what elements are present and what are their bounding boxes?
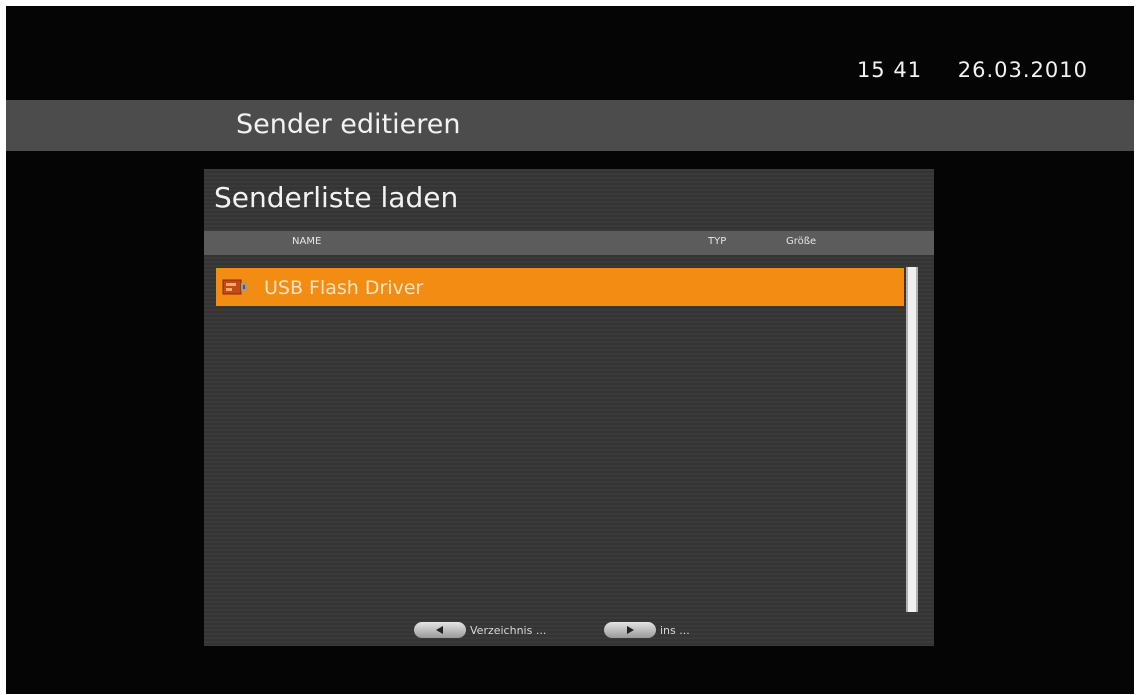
- channel-list-dialog: Senderliste laden NAME TYP Größe USB Fla…: [204, 169, 934, 646]
- hint-right-label: ins ...: [660, 623, 690, 637]
- list-item-usb-flash-driver[interactable]: USB Flash Driver: [216, 268, 904, 306]
- right-arrow-key[interactable]: [604, 622, 656, 638]
- list-item-label: USB Flash Driver: [264, 277, 424, 299]
- column-type-header: TYP: [708, 236, 727, 247]
- hint-left[interactable]: Verzeichnis ...: [414, 622, 546, 638]
- hint-left-label: Verzeichnis ...: [470, 623, 547, 637]
- clock-time: 15 41: [856, 58, 923, 82]
- usb-drive-icon: [222, 277, 248, 297]
- dialog-title: Senderliste laden: [214, 181, 459, 214]
- column-name-header: NAME: [292, 236, 322, 247]
- scrollbar[interactable]: [906, 267, 918, 612]
- tv-screen: 15 41 26.03.2010 Sender editieren Sender…: [6, 6, 1134, 694]
- scrollbar-thumb[interactable]: [908, 267, 916, 612]
- clock-date: 26.03.2010: [957, 58, 1088, 82]
- column-size-header: Größe: [786, 236, 817, 247]
- hint-right[interactable]: ins ...: [604, 622, 690, 638]
- dialog-footer: Verzeichnis ... ins ...: [204, 613, 934, 646]
- arrow-right-icon: [627, 626, 634, 634]
- left-arrow-key[interactable]: [414, 622, 466, 638]
- title-bar: Sender editieren: [6, 100, 1134, 151]
- column-header: NAME TYP Größe: [204, 231, 934, 255]
- arrow-left-icon: [436, 626, 443, 634]
- clock: 15 41 26.03.2010: [857, 58, 1088, 82]
- page-title: Sender editieren: [236, 109, 461, 140]
